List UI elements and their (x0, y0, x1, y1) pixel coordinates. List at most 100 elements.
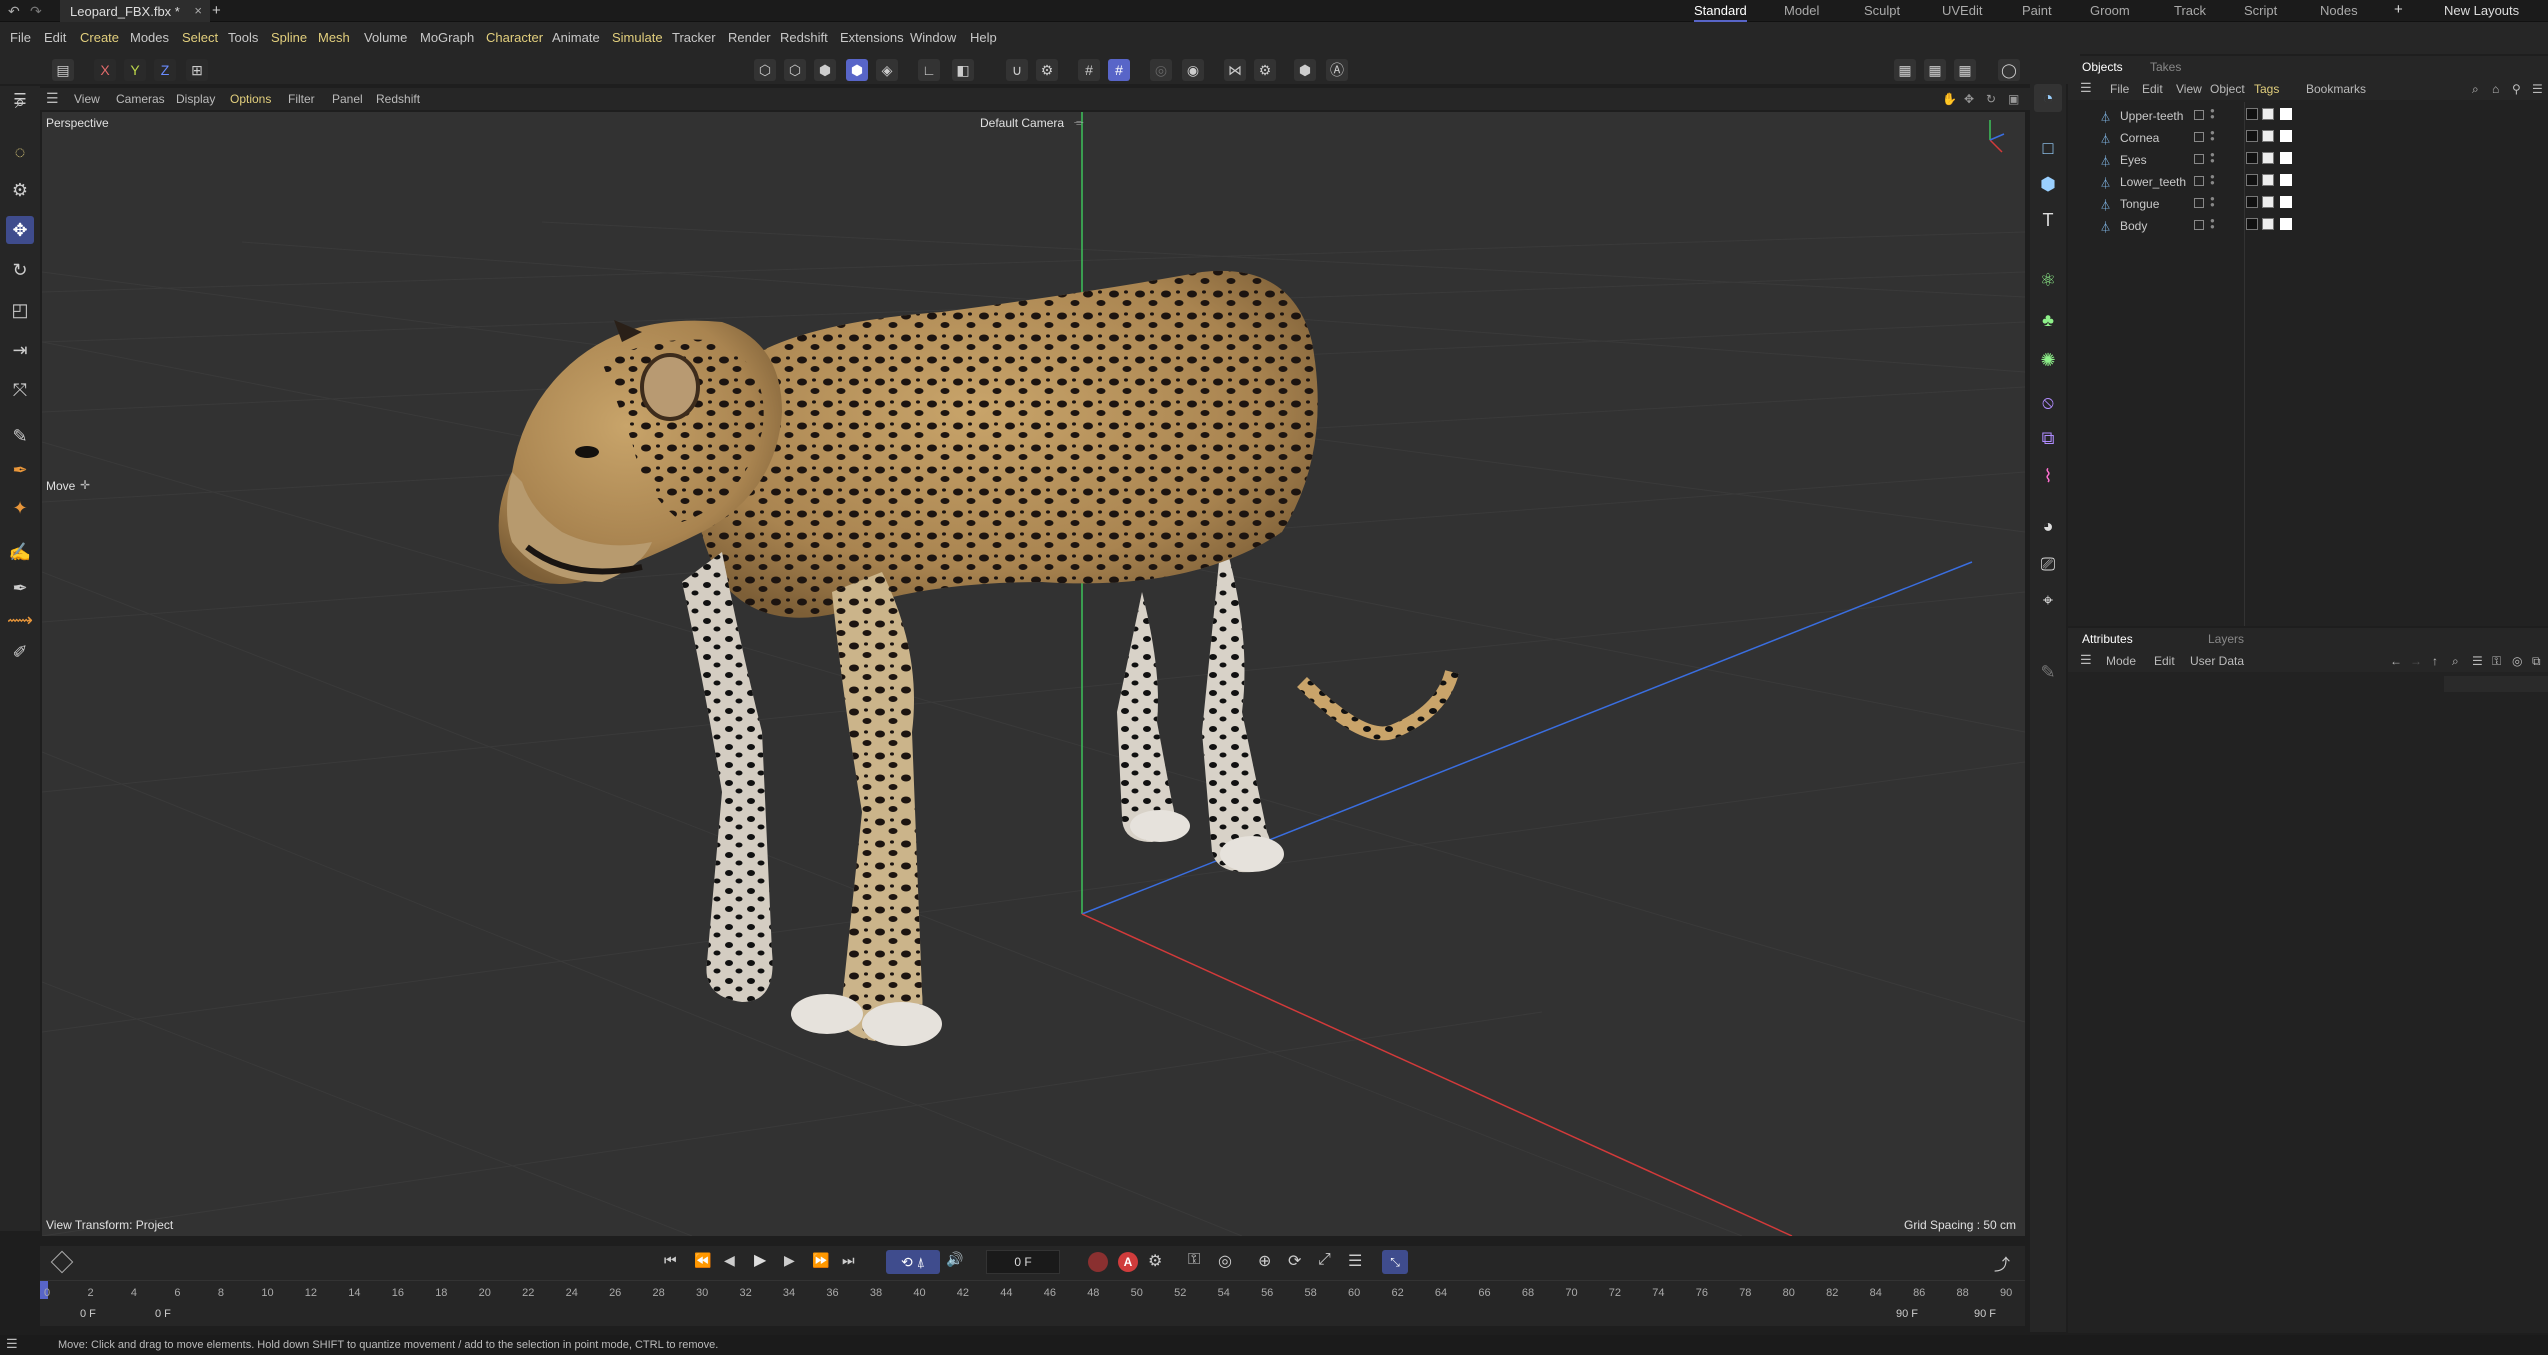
menu-spline[interactable]: Spline (271, 30, 307, 45)
transfer-tool-icon[interactable]: ⇥ (6, 336, 34, 364)
menu-tracker[interactable]: Tracker (672, 30, 716, 45)
viewport-menu-cameras[interactable]: Cameras (116, 92, 165, 106)
cube-object-icon[interactable]: ⬢ (2034, 170, 2062, 198)
key-scale-icon[interactable]: ⤢ (1318, 1251, 1331, 1269)
menu-file[interactable]: File (10, 30, 31, 45)
generator-icon[interactable]: ⚛ (2034, 266, 2062, 294)
layout-standard[interactable]: Standard (1694, 3, 1747, 22)
document-tab[interactable]: Leopard_FBX.fbx * × (60, 0, 210, 22)
viewport-projection-label[interactable]: Perspective (46, 116, 109, 130)
keyframe-lock-icon[interactable]: ⚿ (1188, 1251, 1200, 1269)
object-name[interactable]: Eyes (2120, 153, 2147, 167)
sketch-tool-icon[interactable]: ✐ (6, 638, 34, 666)
next-key-icon[interactable]: ⏩ (812, 1252, 829, 1269)
cube-preview-icon[interactable]: ⬢ (1294, 59, 1316, 81)
menu-edit[interactable]: Edit (44, 30, 66, 45)
render-picture-viewer-icon[interactable]: ▦ (1924, 59, 1946, 81)
redo-icon[interactable]: ↷ (30, 3, 42, 20)
move-view-icon[interactable]: ✥ (1964, 92, 1974, 106)
layout-nodes[interactable]: Nodes (2320, 3, 2358, 18)
viewport-menu-icon[interactable]: ☰ (46, 90, 59, 107)
attributes-filter-icon[interactable]: ☰ (2472, 654, 2483, 668)
loop-mode-button[interactable]: ⟲ ⍋ (886, 1250, 940, 1274)
object-name[interactable]: Cornea (2120, 131, 2159, 145)
max-frame-field[interactable]: 90 F (1974, 1308, 1996, 1320)
attributes-search-icon[interactable]: ⌕ (2452, 654, 2459, 669)
points-mode-icon[interactable]: ⬡ (754, 59, 776, 81)
key-position-icon[interactable]: ⊕ (1258, 1251, 1271, 1271)
render-region-icon[interactable]: ◎ (1150, 59, 1172, 81)
key-param-icon[interactable]: ☰ (1348, 1251, 1362, 1271)
sound-icon[interactable]: 🔊 (946, 1251, 963, 1268)
new-layouts-button[interactable]: New Layouts (2444, 3, 2519, 18)
material-tags[interactable] (2246, 108, 2292, 124)
menu-render[interactable]: Render (728, 30, 771, 45)
render-dots-icon[interactable]: ● ● (2210, 195, 2216, 210)
object-name[interactable]: Upper-teeth (2120, 109, 2183, 123)
menu-extensions[interactable]: Extensions (840, 30, 904, 45)
pan-view-icon[interactable]: ✋ (1942, 92, 1957, 106)
go-to-end-icon[interactable]: ⏭ (842, 1252, 855, 1269)
leopard-model[interactable] (498, 270, 1459, 1046)
object-row[interactable]: ⏃ Lower_teeth ● ● (2078, 172, 2538, 192)
layout-sculpt[interactable]: Sculpt (1864, 3, 1900, 18)
object-row[interactable]: ⏃ Body ● ● (2078, 216, 2538, 236)
rotate-tool-icon[interactable]: ↻ (6, 256, 34, 284)
field-icon[interactable]: ⦸ (2034, 388, 2062, 416)
cloner-icon[interactable]: ♣ (2034, 306, 2062, 334)
render-view-icon[interactable]: ▦ (1894, 59, 1916, 81)
menu-modes[interactable]: Modes (130, 30, 169, 45)
end-frame-field[interactable]: 90 F (1896, 1308, 1918, 1320)
camera-icon[interactable]: ⌯ (1074, 115, 1084, 130)
workplane-snap-icon[interactable]: # (1108, 59, 1130, 81)
visibility-checkbox[interactable] (2194, 176, 2204, 186)
objects-filter-icon[interactable]: ⚲ (2512, 82, 2521, 96)
new-attributes-icon[interactable]: ⧉ (2532, 654, 2541, 669)
solo-mode-icon[interactable]: ◧ (952, 59, 974, 81)
lock-y-axis-button[interactable]: Y (124, 59, 146, 81)
object-name[interactable]: Body (2120, 219, 2147, 233)
viewport-camera-label[interactable]: Default Camera (980, 116, 1064, 130)
menu-mograph[interactable]: MoGraph (420, 30, 474, 45)
objects-menu-bookmarks[interactable]: Bookmarks (2306, 82, 2366, 96)
min-frame-field[interactable]: 0 F (155, 1308, 171, 1320)
cube-primitive-icon[interactable]: □ (2034, 134, 2062, 162)
object-row[interactable]: ⏃ Cornea ● ● (2078, 128, 2538, 148)
material-tags[interactable] (2246, 130, 2292, 146)
layout-model[interactable]: Model (1784, 3, 1819, 18)
texture-mode-icon[interactable]: ◈ (876, 59, 898, 81)
magnet-icon[interactable]: ∪ (1006, 59, 1028, 81)
object-row[interactable]: ⏃ Upper-teeth ● ● (2078, 106, 2538, 126)
attributes-menu-icon[interactable]: ☰ (2080, 652, 2092, 668)
render-dots-icon[interactable]: ● ● (2210, 151, 2216, 166)
object-name[interactable]: Lower_teeth (2120, 175, 2186, 189)
viewport-menu-redshift[interactable]: Redshift (376, 92, 420, 106)
3d-viewport[interactable]: Perspective Default Camera ⌯ Move ✛ View… (42, 112, 2025, 1236)
objects-menu-edit[interactable]: Edit (2142, 82, 2163, 96)
coordinate-system-icon[interactable]: ⊞ (186, 59, 208, 81)
snap-settings-icon[interactable]: ⚙ (1036, 59, 1058, 81)
up-arrow-icon[interactable]: ↑ (2432, 654, 2438, 668)
tab-takes[interactable]: Takes (2150, 60, 2181, 74)
material-tags[interactable] (2246, 174, 2292, 190)
undo-icon[interactable]: ↶ (8, 3, 20, 20)
record-settings-icon[interactable]: ⚙ (1148, 1251, 1162, 1271)
objects-menu-object[interactable]: Object (2210, 82, 2245, 96)
tab-objects[interactable]: Objects (2082, 60, 2123, 74)
forward-arrow-icon[interactable]: → (2410, 654, 2422, 668)
viewport-menu-panel[interactable]: Panel (332, 92, 363, 106)
snap-tool-icon[interactable]: ⤧ (6, 376, 34, 404)
attributes-pin-icon[interactable]: ◎ (2512, 654, 2522, 668)
menu-help[interactable]: Help (970, 30, 997, 45)
spline-tools-icon[interactable]: ✦ (6, 494, 34, 522)
menu-window[interactable]: Window (910, 30, 956, 45)
spline-pen-icon[interactable]: ✒ (6, 456, 34, 484)
layout-paint[interactable]: Paint (2022, 3, 2052, 18)
material-tags[interactable] (2246, 196, 2292, 212)
play-icon[interactable]: ▶ (754, 1250, 766, 1270)
pen-tool-icon[interactable]: ✎ (6, 422, 34, 450)
layout-uvedit[interactable]: UVEdit (1942, 3, 1982, 18)
paint-brush-icon[interactable]: ✍ (6, 538, 34, 566)
render-dots-icon[interactable]: ● ● (2210, 173, 2216, 188)
objects-more-icon[interactable]: ☰ (2532, 82, 2543, 96)
